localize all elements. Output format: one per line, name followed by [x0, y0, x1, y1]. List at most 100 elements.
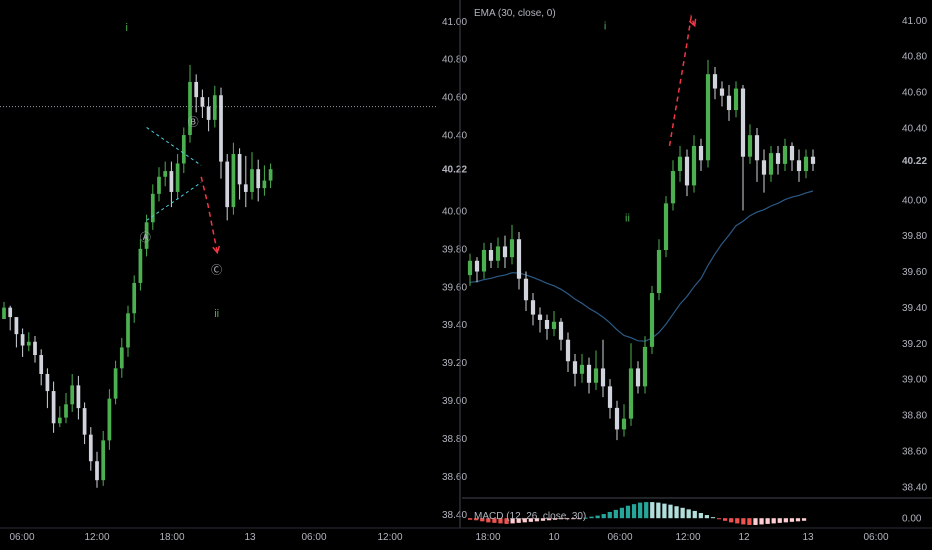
- macd-histogram-bar: [607, 511, 612, 519]
- price-tick-label: 39.40: [442, 320, 467, 331]
- price-tick-label: 38.80: [442, 434, 467, 445]
- candle-body: [565, 339, 571, 362]
- price-tick-label: 39.60: [442, 282, 467, 293]
- price-tick-label: 40.22: [902, 156, 927, 167]
- time-tick-label: 12: [738, 532, 750, 543]
- candle-body: [782, 145, 788, 164]
- candle-body: [45, 373, 50, 392]
- macd-histogram-bar: [753, 518, 758, 525]
- macd-histogram-bar: [716, 518, 722, 520]
- candle-body: [796, 160, 802, 172]
- candle-body: [677, 156, 683, 172]
- candle-body: [64, 404, 68, 418]
- candle-body: [635, 368, 641, 387]
- price-tick-label: 39.80: [902, 231, 927, 242]
- candle-body: [740, 88, 746, 157]
- candle-body: [206, 106, 211, 120]
- time-tick-label: 10: [548, 532, 560, 543]
- trading-chart[interactable]: i Ⓑ Ⓐ Ⓒii 41.00 40.80 40.60 40.40 40.22 40.00 39.…: [0, 0, 932, 550]
- candle-body: [621, 418, 627, 430]
- candle-body: [8, 307, 13, 318]
- candle-body: [126, 313, 130, 348]
- triangle-bottom-line: [146, 182, 202, 221]
- candle-body: [33, 341, 37, 356]
- time-tick-label: 12:00: [377, 532, 402, 543]
- time-tick-label: 06:00: [863, 532, 888, 543]
- candle-body: [691, 145, 697, 186]
- time-tick-label: 06:00: [301, 532, 326, 543]
- candle-body: [607, 386, 613, 408]
- candle-body: [649, 293, 655, 347]
- candle-body: [495, 246, 501, 261]
- time-tick-label: 12:00: [675, 532, 700, 543]
- time-tick-label: 13: [244, 532, 256, 543]
- time-axis[interactable]: 06:00 12:00 18:00 13 06:00 12:00 18:00 10 06:00 1…: [9, 532, 888, 543]
- price-tick-label: 38.60: [902, 446, 927, 457]
- candle-body: [169, 171, 174, 192]
- ema-indicator-label[interactable]: EMA (30, close, 0): [474, 8, 556, 19]
- candle-body: [231, 154, 236, 208]
- candle-body: [14, 317, 19, 335]
- ema-line: [469, 190, 814, 342]
- candle-body: [250, 169, 254, 192]
- right-chart-pane[interactable]: iii: [467, 13, 816, 441]
- candle-body: [768, 153, 774, 175]
- candle-body: [754, 135, 760, 161]
- macd-histogram-bar: [801, 518, 807, 521]
- price-tick-label: 39.20: [442, 358, 467, 369]
- price-tick-label: 38.80: [902, 411, 927, 422]
- candle-body: [551, 321, 557, 329]
- candle-body: [132, 282, 137, 314]
- wave-label: i: [604, 20, 606, 32]
- candle-body: [593, 368, 599, 383]
- candle-body: [76, 385, 81, 409]
- price-tick-label: 41.00: [442, 17, 467, 28]
- macd-histogram-bar: [589, 516, 594, 519]
- candle-body: [488, 250, 494, 261]
- candle-body: [810, 156, 816, 164]
- candle-body: [219, 95, 223, 162]
- candle-body: [789, 145, 795, 161]
- candle-body: [95, 461, 99, 481]
- candle-body: [175, 163, 180, 192]
- macd-histogram-bar: [783, 518, 788, 523]
- macd-histogram-bar: [468, 518, 473, 520]
- candle-body: [467, 260, 473, 276]
- triangle-top-line: [146, 127, 202, 166]
- candle-body: [51, 391, 56, 424]
- macd-histogram-bar: [619, 507, 625, 519]
- wave-label: Ⓒ: [211, 263, 222, 276]
- time-tick-label: 06:00: [607, 532, 632, 543]
- candle-body: [761, 160, 767, 175]
- macd-histogram-bar: [692, 510, 697, 519]
- price-tick-label: 40.80: [442, 55, 467, 66]
- candle-body: [600, 368, 606, 387]
- candle-body: [684, 156, 690, 186]
- candle-body: [614, 407, 620, 430]
- candle-body: [82, 408, 87, 435]
- price-tick-label: 39.40: [902, 303, 927, 314]
- time-tick-label: 06:00: [9, 532, 34, 543]
- candle-body: [656, 250, 662, 294]
- candle-body: [523, 278, 529, 301]
- candle-body: [474, 260, 480, 272]
- candle-body: [537, 314, 543, 320]
- candle-body: [586, 364, 592, 383]
- macd-indicator-label[interactable]: MACD (12, 26, close, 30): [474, 511, 586, 522]
- price-tick-label: 39.80: [442, 244, 467, 255]
- left-price-axis[interactable]: 41.00 40.80 40.60 40.40 40.22 40.00 39.80 39.60…: [442, 17, 467, 521]
- time-tick-label: 18:00: [475, 532, 500, 543]
- right-price-axis[interactable]: 41.00 40.80 40.60 40.40 40.22 40.00 39.80 39.60…: [902, 16, 927, 493]
- price-tick-label: 39.20: [902, 339, 927, 350]
- macd-histogram-bar: [631, 504, 637, 519]
- left-chart-pane[interactable]: i Ⓑ Ⓐ Ⓒii: [0, 22, 436, 488]
- candle-body: [150, 193, 155, 223]
- price-tick-label: 40.60: [902, 88, 927, 99]
- macd-histogram-bar: [710, 517, 716, 519]
- price-tick-label: 41.00: [902, 16, 927, 27]
- price-tick-label: 40.60: [442, 93, 467, 104]
- candle-body: [663, 203, 669, 250]
- price-tick-label: 40.40: [442, 131, 467, 142]
- candle-body: [628, 368, 634, 419]
- candle-body: [138, 248, 143, 283]
